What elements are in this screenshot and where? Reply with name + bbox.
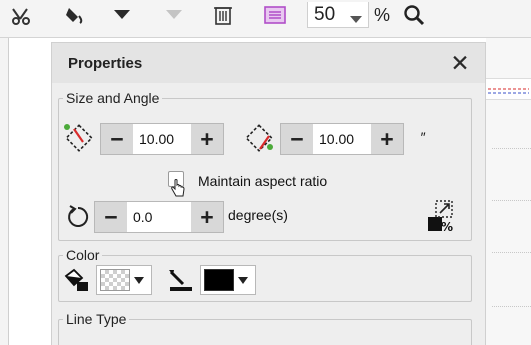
svg-text:%: % [441,220,453,233]
close-button[interactable]: ✕ [449,51,471,75]
angle-increment-button[interactable]: + [191,202,223,232]
line-color-dropdown[interactable] [200,265,256,295]
width-decrement-button[interactable]: − [101,124,133,154]
scissors-icon[interactable] [10,0,34,30]
ruler-marks [488,88,529,94]
angle-decrement-button[interactable]: − [95,202,127,232]
height-decrement-button[interactable]: − [281,124,313,154]
hand-cursor-icon [170,179,186,199]
line-type-group: Line Type [58,311,472,345]
width-value[interactable]: 10.00 [133,124,191,154]
text-frame-icon[interactable] [262,0,288,30]
chevron-down-icon [238,276,248,284]
height-stepper[interactable]: − 10.00 + [280,123,404,155]
color-legend: Color [66,247,100,263]
guide-line [492,148,531,149]
height-value[interactable]: 10.00 [313,124,371,154]
arrow-down-icon[interactable] [110,0,134,30]
panel-title: Properties [68,54,143,72]
size-unit: ″ [420,129,425,145]
fill-color-icon [62,267,90,293]
fill-color-swatch [100,269,130,291]
fill-bucket-icon[interactable] [62,0,88,30]
height-resize-icon [242,121,276,155]
angle-unit-label: degree(s) [228,207,288,223]
width-stepper[interactable]: − 10.00 + [100,123,224,155]
size-and-angle-legend: Size and Angle [66,90,160,106]
fill-color-dropdown[interactable] [96,265,152,295]
line-type-legend: Line Type [66,311,127,327]
height-increment-button[interactable]: + [371,124,403,154]
zoom-icon[interactable] [402,0,426,30]
trash-icon[interactable] [210,0,236,30]
zoom-unit: % [374,5,391,25]
guide-line [492,306,531,307]
line-color-icon [166,267,194,293]
angle-value[interactable]: 0.0 [127,202,191,232]
zoom-dropdown-caret[interactable] [350,16,362,23]
arrow-down-disabled-icon [162,0,186,30]
guide-line [492,252,531,253]
guide-line [492,200,531,201]
properties-header: Properties ✕ [52,43,485,83]
angle-stepper[interactable]: − 0.0 + [94,201,224,233]
zoom-field[interactable]: 50 [307,2,369,28]
app-toolbar: 50 % [0,0,531,38]
ruler-strip [486,78,531,100]
line-color-swatch [204,269,234,291]
width-resize-icon [62,121,96,155]
width-increment-button[interactable]: + [191,124,223,154]
chevron-down-icon [134,276,144,284]
percent-scale-icon[interactable]: % [424,199,456,233]
properties-panel: Properties ✕ Size and Angle − 10.00 + − … [51,42,486,345]
maintain-aspect-ratio-label: Maintain aspect ratio [198,173,328,189]
zoom-value: 50 [314,3,336,25]
rotate-icon [66,205,90,229]
